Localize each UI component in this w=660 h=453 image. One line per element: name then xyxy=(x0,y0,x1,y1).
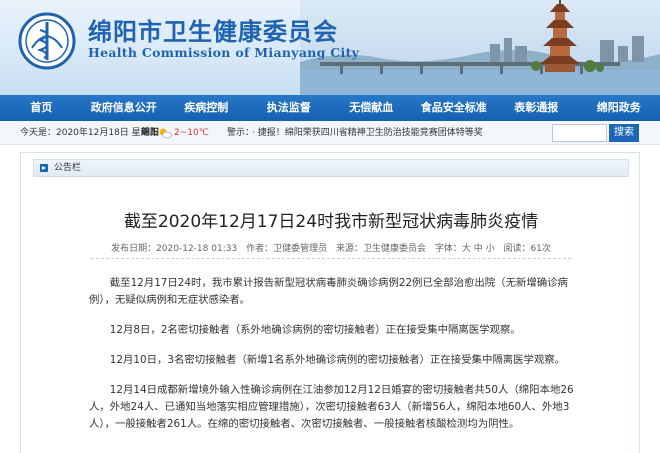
notice-label: 警示： xyxy=(227,128,255,138)
nav-item-blood-donation[interactable]: 无偿献血 xyxy=(330,95,413,121)
info-bar: 今天是：2020年12月18日 星期五 绵阳 2~10℃ 警示： · 捷报！绵阳… xyxy=(0,121,660,145)
partly-cloudy-icon xyxy=(159,128,172,139)
site-subtitle: Health Commission of Mianyang City xyxy=(88,45,360,60)
weather-city: 绵阳 xyxy=(141,128,160,138)
site-title: 绵阳市卫生健康委员会 xyxy=(88,17,338,46)
weather-temperature: 2~10℃ xyxy=(174,128,209,138)
article-meta: 发布日期：2020-12-18 01:33 作者：卫健委管理员 来源：卫生健康委… xyxy=(21,241,641,254)
article-paragraph: 截至12月17日24时，我市累计报告新型冠状病毒肺炎确诊病例22例已全部治愈出院… xyxy=(89,277,568,306)
nav-item-home[interactable]: 首页 xyxy=(0,95,83,121)
commission-logo xyxy=(18,12,76,70)
nav-item-commendation[interactable]: 表彰通报 xyxy=(495,95,578,121)
article-source: 来源：卫生健康委员会 xyxy=(335,244,426,254)
main-nav: 首页 政府信息公开 疾病控制 执法监督 无偿献血 食品安全标准 表彰通报 绵阳政… xyxy=(0,95,660,121)
nav-item-disease-control[interactable]: 疾病控制 xyxy=(165,95,248,121)
search-button[interactable]: 搜索 xyxy=(609,124,639,142)
header-banner: 绵阳市卫生健康委员会 Health Commission of Mianyang… xyxy=(0,0,660,95)
section-label: 公告栏 xyxy=(54,163,82,173)
nav-item-gov-info[interactable]: 政府信息公开 xyxy=(83,95,166,121)
nav-item-law-enforcement[interactable]: 执法监督 xyxy=(248,95,331,121)
search-input[interactable] xyxy=(552,124,607,142)
article-author: 作者：卫健委管理员 xyxy=(246,244,328,254)
pagoda-icon xyxy=(540,0,580,72)
bullet-icon xyxy=(40,164,48,172)
font-size-control[interactable]: 字体：大 中 小 xyxy=(435,244,495,254)
scrolling-notice-link[interactable]: · 捷报！绵阳荣获四川省精神卫生防治技能竞赛团体特等奖 xyxy=(252,121,542,145)
article-paragraph: 12月8日，2名密切接触者（系外地确诊病例的密切接触者）正在接受集中隔离医学观察… xyxy=(109,324,521,336)
nav-item-mianyang-gov[interactable]: 绵阳政务 xyxy=(578,95,660,121)
panel-header: 公告栏 xyxy=(33,159,629,177)
content-panel: 公告栏 截至2020年12月17日24时我市新型冠状病毒肺炎疫情 发布日期：20… xyxy=(20,152,640,453)
divider xyxy=(91,258,571,259)
publish-date: 发布日期：2020-12-18 01:33 xyxy=(111,244,238,254)
current-date: 今天是：2020年12月18日 星期五 xyxy=(20,128,159,138)
nav-item-food-safety[interactable]: 食品安全标准 xyxy=(413,95,496,121)
view-count: 阅读：61次 xyxy=(503,244,551,254)
article-paragraph: 12月14日成都新增境外输入性确诊病例在江油参加12月12日婚宴的密切接触者共5… xyxy=(89,384,574,430)
article-body: 截至12月17日24时，我市累计报告新型冠状病毒肺炎确诊病例22例已全部治愈出院… xyxy=(89,275,589,446)
article-title: 截至2020年12月17日24时我市新型冠状病毒肺炎疫情 xyxy=(123,212,539,232)
article-paragraph: 12月10日，3名密切接触者（新增1名系外地确诊病例的密切接触者）正在接受集中隔… xyxy=(109,354,566,366)
